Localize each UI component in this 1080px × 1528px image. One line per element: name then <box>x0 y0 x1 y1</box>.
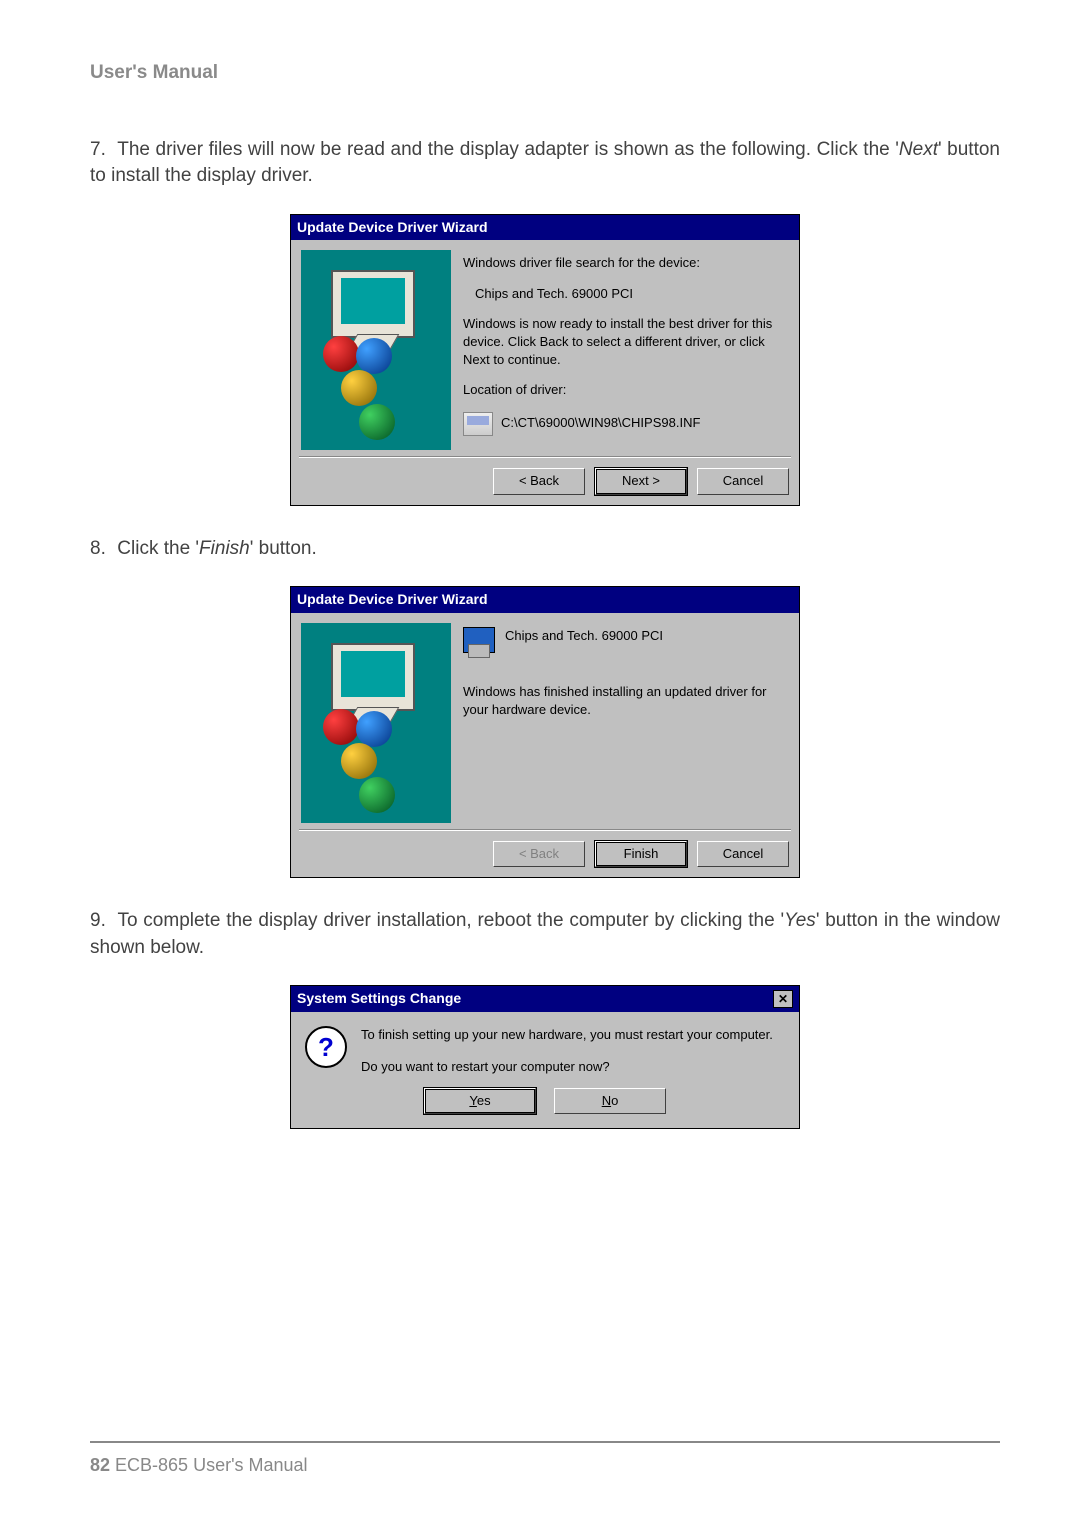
puzzle-piece <box>359 777 395 813</box>
puzzle-piece <box>341 743 377 779</box>
back-button[interactable]: < Back <box>493 468 585 494</box>
dialog3-line2: Do you want to restart your computer now… <box>361 1058 773 1076</box>
question-icon: ? <box>305 1026 347 1068</box>
dialog1-line1: Windows driver file search for the devic… <box>463 254 789 272</box>
cancel-button[interactable]: Cancel <box>697 468 789 494</box>
step-8: 8. Click the 'Finish' button. <box>90 536 1000 563</box>
step-7-emph: Next <box>899 139 938 160</box>
step-9: 9. To complete the display driver instal… <box>90 908 1000 961</box>
puzzle-piece <box>323 709 359 745</box>
dialog1-titlebar: Update Device Driver Wizard <box>291 215 799 241</box>
dialog1-title: Update Device Driver Wizard <box>297 218 488 238</box>
next-button[interactable]: Next > <box>595 468 687 494</box>
dialog2-titlebar: Update Device Driver Wizard <box>291 587 799 613</box>
finish-button[interactable]: Finish <box>595 841 687 867</box>
puzzle-piece <box>341 370 377 406</box>
wizard-image <box>301 623 451 823</box>
step-8-text-a: Click the ' <box>117 538 199 559</box>
step-8-text-b: ' button. <box>250 538 317 559</box>
display-adapter-icon <box>463 627 495 653</box>
manual-header: User's Manual <box>90 60 1000 87</box>
step-8-number: 8. <box>90 536 112 563</box>
puzzle-piece <box>356 711 392 747</box>
page-number: 82 <box>90 1455 110 1475</box>
step-8-emph: Finish <box>199 538 250 559</box>
back-button-disabled: < Back <box>493 841 585 867</box>
step-9-text-a: To complete the display driver installat… <box>117 910 784 931</box>
update-driver-wizard-dialog-2: Update Device Driver Wizard Chips and Te… <box>290 586 800 878</box>
dialog3-titlebar: System Settings Change ✕ <box>291 986 799 1012</box>
header-title: User's Manual <box>90 62 218 83</box>
step-7-text-a: The driver files will now be read and th… <box>117 139 899 160</box>
monitor-icon <box>331 270 415 338</box>
dialog3-line1: To finish setting up your new hardware, … <box>361 1026 773 1044</box>
dialog1-loc-label: Location of driver: <box>463 381 789 399</box>
dialog1-device: Chips and Tech. 69000 PCI <box>463 285 789 303</box>
cancel-button[interactable]: Cancel <box>697 841 789 867</box>
monitor-icon <box>331 643 415 711</box>
dialog2-title: Update Device Driver Wizard <box>297 590 488 610</box>
wizard-image <box>301 250 451 450</box>
step-7-number: 7. <box>90 137 112 164</box>
no-button[interactable]: No <box>554 1088 666 1114</box>
dialog1-loc-path: C:\CT\69000\WIN98\CHIPS98.INF <box>501 414 700 432</box>
puzzle-piece <box>356 338 392 374</box>
puzzle-piece <box>323 336 359 372</box>
inf-file-icon <box>463 412 493 436</box>
footer-text: ECB-865 User's Manual <box>110 1455 308 1475</box>
update-driver-wizard-dialog-1: Update Device Driver Wizard Windows driv… <box>290 214 800 506</box>
step-9-number: 9. <box>90 908 112 935</box>
step-9-emph: Yes <box>784 910 816 931</box>
dialog2-device: Chips and Tech. 69000 PCI <box>505 627 663 645</box>
step-7: 7. The driver files will now be read and… <box>90 137 1000 190</box>
close-icon[interactable]: ✕ <box>773 990 793 1008</box>
dialog3-title: System Settings Change <box>297 989 461 1009</box>
dialog2-line2: Windows has finished installing an updat… <box>463 683 789 719</box>
dialog1-line3: Windows is now ready to install the best… <box>463 315 789 370</box>
page-footer: 82 ECB-865 User's Manual <box>90 1441 1000 1478</box>
system-settings-change-dialog: System Settings Change ✕ ? To finish set… <box>290 985 800 1129</box>
puzzle-piece <box>359 404 395 440</box>
yes-button[interactable]: Yes <box>424 1088 536 1114</box>
